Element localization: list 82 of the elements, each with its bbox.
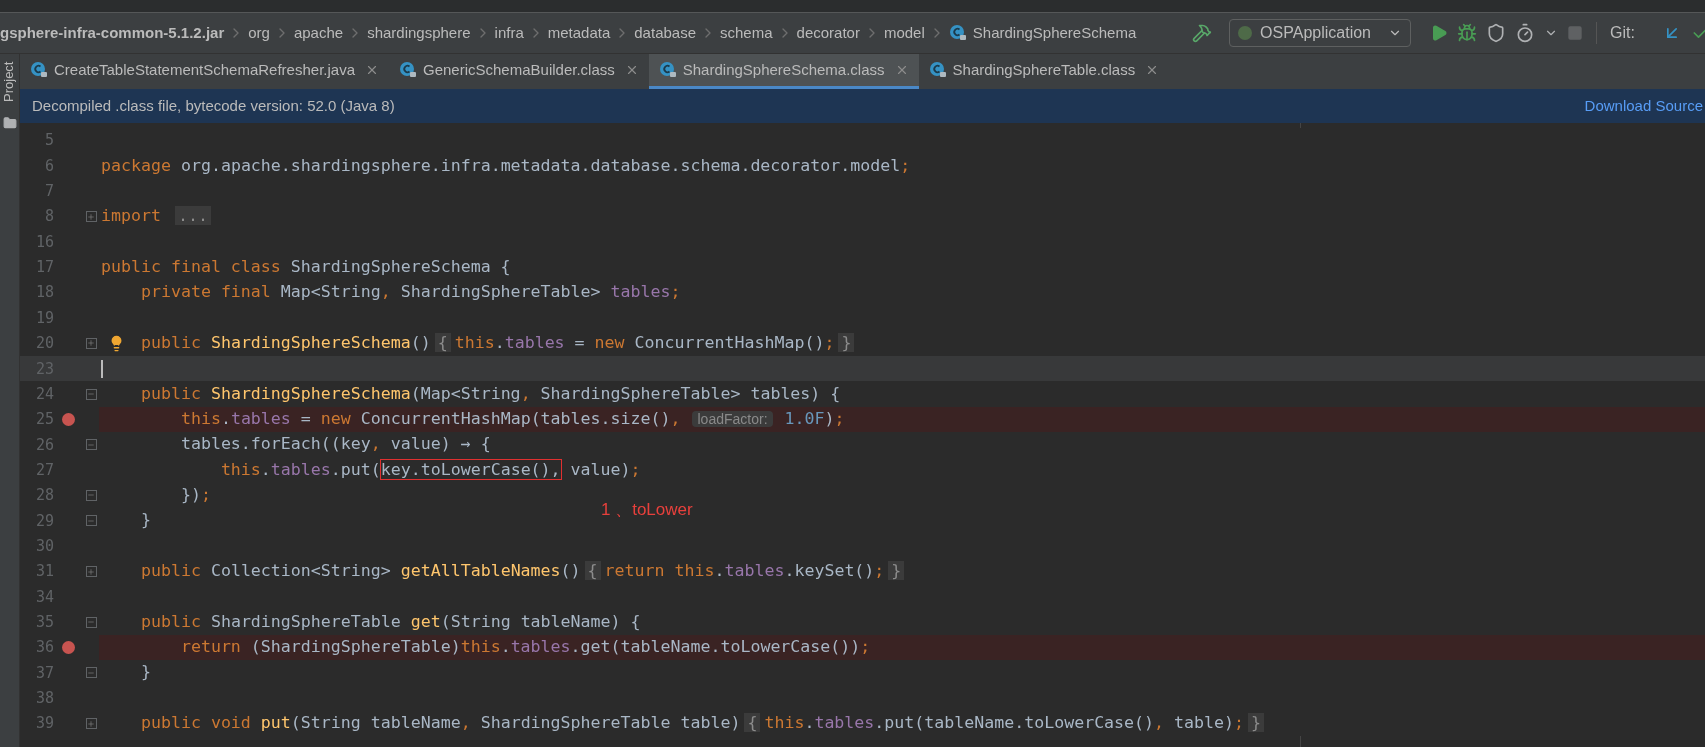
line-number: 38 (34, 688, 54, 709)
code-line: public final class ShardingSphereSchema { (101, 255, 511, 278)
editor-tab[interactable]: ShardingSphereSchema.class (648, 54, 919, 89)
code-line: import ... (101, 204, 215, 230)
coverage-icon[interactable] (1486, 23, 1507, 43)
fold-icon[interactable] (85, 718, 97, 730)
breadcrumb[interactable]: schema (720, 21, 773, 45)
app-icon (1238, 26, 1253, 40)
line-number: 39 (34, 713, 54, 735)
line-number: 27 (34, 459, 54, 481)
class-icon (948, 24, 967, 42)
line-number: 37 (34, 662, 54, 684)
code-line: private final Map<String, ShardingSphereTable> tables; (139, 281, 681, 304)
stop-icon[interactable] (1567, 25, 1584, 41)
code-line: tables.forEach((key, value) → { (179, 433, 491, 456)
line-number: 20 (34, 333, 54, 355)
code-line: } (139, 509, 151, 532)
code-line: }); (179, 484, 211, 507)
code-line: public Collection<String> getAllTableNames() { return this.tables.keySet(); } (101, 559, 909, 584)
line-number: 31 (34, 561, 54, 583)
breadcrumb[interactable]: ShardingSphereSchema (972, 21, 1137, 45)
breakpoint-icon[interactable] (62, 412, 75, 426)
code-line: public void put(String tableName, ShardingSphereTable table) { this.tables.put(tableName.toLowerCase(), table); } (101, 711, 1268, 736)
breadcrumb[interactable]: database (634, 21, 696, 45)
breadcrumb[interactable]: decorator (796, 21, 860, 45)
line-number: 25 (34, 409, 54, 431)
line-number: 30 (34, 535, 54, 557)
breadcrumb[interactable]: shardingsphere (367, 21, 471, 45)
class-icon (399, 61, 417, 79)
folder-icon (2, 116, 17, 130)
line-number: 17 (34, 257, 54, 279)
project-tool-tab[interactable]: Project (0, 61, 20, 103)
debug-icon[interactable] (1457, 23, 1478, 43)
breadcrumb[interactable]: model (883, 21, 925, 45)
annotation-text: 1 、toLower (601, 499, 693, 521)
run-config-dropdown[interactable]: OSPApplication (1229, 19, 1412, 47)
close-icon[interactable] (365, 63, 379, 77)
fold-icon[interactable] (85, 337, 97, 349)
breadcrumb[interactable]: infra (494, 21, 524, 45)
line-number: 16 (34, 231, 54, 253)
class-icon (658, 61, 677, 79)
class-icon (30, 61, 48, 79)
breadcrumb[interactable]: metadata (547, 21, 611, 45)
breadcrumb[interactable]: gsphere-infra-common-5.1.2.jar (0, 21, 225, 45)
code-line: } (139, 661, 151, 684)
code-line: return (ShardingSphereTable)this.tables.get(tableName.toLowerCase()); (179, 636, 871, 659)
code-line: package org.apache.shardingsphere.infra.metadata.database.schema.decorator.model; (101, 154, 911, 177)
code-line: public ShardingSphereTable get(String tableName) { (139, 610, 641, 633)
code-line: public ShardingSphereSchema() { this.tables = new ConcurrentHashMap(); } (101, 330, 859, 356)
line-number: 26 (34, 434, 54, 456)
class-icon (928, 61, 947, 79)
breakpoint-icon[interactable] (62, 641, 75, 655)
line-number: 19 (34, 307, 54, 329)
download-link[interactable]: Download Source (1584, 94, 1703, 118)
code-line: this.tables = new ConcurrentHashMap(tables.size(), loadFactor: 1.0F); (179, 408, 845, 430)
line-number: 35 (34, 611, 54, 633)
line-number: 36 (34, 637, 54, 659)
git-label: Git: (1610, 23, 1635, 43)
fold-icon[interactable] (85, 667, 97, 679)
build-icon[interactable] (1192, 23, 1213, 43)
fold-icon[interactable] (85, 388, 97, 400)
banner-text: Decompiled .class file, bytecode version: 52.0 (Java 8) (32, 95, 395, 116)
fold-icon[interactable] (85, 490, 97, 501)
fold-icon[interactable] (85, 515, 97, 527)
breadcrumb[interactable]: org (248, 21, 270, 45)
line-number: 34 (34, 586, 54, 608)
line-number: 29 (34, 510, 54, 532)
line-number: 5 (43, 130, 54, 152)
code-line: this.tables.put(key.toLowerCase(), value); (219, 458, 641, 481)
fold-icon[interactable] (85, 566, 97, 577)
fold-icon[interactable] (85, 439, 97, 451)
fold-icon[interactable] (85, 211, 97, 223)
line-number: 28 (34, 485, 54, 507)
line-number: 8 (43, 206, 54, 228)
line-number: 18 (34, 282, 54, 304)
run-icon[interactable] (1430, 24, 1449, 42)
line-number: 7 (43, 181, 54, 203)
breadcrumb[interactable]: apache (293, 21, 344, 45)
line-number: 24 (34, 383, 54, 405)
code-line: public ShardingSphereSchema(Map<String, ShardingSphereTable> tables) { (139, 382, 841, 405)
fold-icon[interactable] (85, 616, 97, 628)
line-number: 6 (43, 155, 54, 177)
